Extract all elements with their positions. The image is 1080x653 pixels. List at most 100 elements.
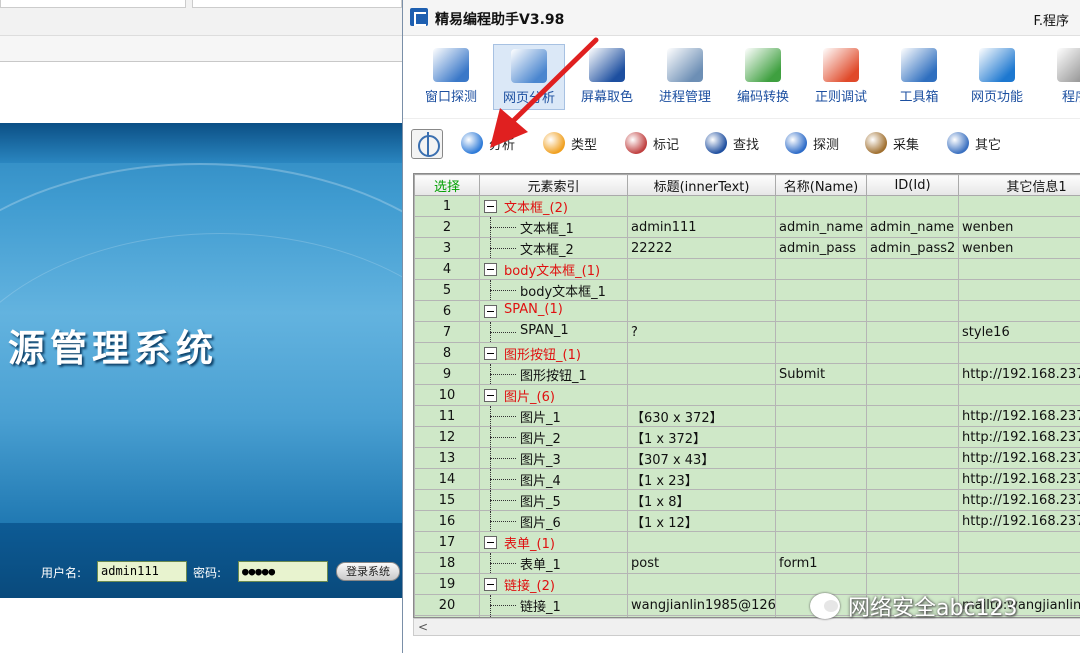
grid-row[interactable]: 15 图片_5 【1 x 8】 http://192.168.237.1	[414, 489, 1080, 511]
grid-column-header[interactable]: 元素索引	[479, 174, 628, 196]
watermark: 网络安全abc123	[810, 590, 1018, 622]
element-index-cell[interactable]: 文本框_1	[479, 216, 628, 238]
element-index-cell[interactable]: 链接_(2)	[479, 573, 628, 595]
id-cell	[866, 195, 959, 217]
tree-line	[490, 521, 516, 522]
grid-row[interactable]: 1 文本框_(2)	[414, 195, 1080, 217]
element-index-cell[interactable]: 图形按钮_(1)	[479, 342, 628, 364]
process-manager-icon	[667, 48, 703, 82]
subbar-button-mark[interactable]: 标记	[625, 129, 679, 157]
grid-row[interactable]: 18 表单_1 post form1	[414, 552, 1080, 574]
toolbar-button-program[interactable]: 程序	[1039, 44, 1080, 110]
grid-row[interactable]: 17 表单_(1)	[414, 531, 1080, 553]
element-grid[interactable]: 选择 元素索引 标题(innerText) 名称(Name) ID(Id) 其它信息1 1…	[413, 173, 1080, 618]
row-number: 14	[414, 468, 480, 490]
element-index-cell[interactable]: 图片_6	[479, 510, 628, 532]
element-index-cell[interactable]: 文本框_2	[479, 237, 628, 259]
toolbar-button-label: 屏幕取色	[580, 90, 633, 105]
site-title: 源管理系统	[8, 327, 218, 370]
element-index-cell[interactable]: 图形按钮_1	[479, 363, 628, 385]
subbar-button-ie[interactable]: 类型	[543, 129, 597, 157]
element-index-cell[interactable]: body文本框_1	[479, 279, 628, 301]
address-field-left[interactable]	[0, 0, 186, 8]
menu-program[interactable]: F.程序	[1033, 10, 1069, 29]
grid-row[interactable]: 9 图形按钮_1 Submit http://192.168.237.1	[414, 363, 1080, 385]
subbar-button-binoculars[interactable]: 查找	[705, 129, 759, 157]
toolbar-button-color-picker[interactable]: 屏幕取色	[571, 44, 643, 110]
subbar-button-analyze[interactable]: 分析	[461, 129, 515, 157]
grid-column-header[interactable]: 名称(Name)	[775, 174, 867, 196]
toolbar-button-regex[interactable]: 正则调试	[805, 44, 877, 110]
toolbar-button-encoding[interactable]: 编码转换	[727, 44, 799, 110]
password-input[interactable]: ●●●●●	[238, 561, 328, 582]
other-info-cell: http://192.168.237.1	[958, 426, 1080, 448]
name-cell: form1	[775, 552, 867, 574]
username-input[interactable]: admin111	[97, 561, 187, 582]
grid-row[interactable]: 7 SPAN_1? style16	[414, 321, 1080, 343]
element-index-cell[interactable]: 图片_3	[479, 447, 628, 469]
collapse-toggle-icon[interactable]	[484, 578, 497, 591]
element-index-cell[interactable]: 图片_1	[479, 405, 628, 427]
collapse-toggle-icon[interactable]	[484, 200, 497, 213]
element-group-label: 表单_(1)	[504, 537, 555, 552]
toolbar-button-toolbox[interactable]: 工具箱	[883, 44, 955, 110]
grid-column-header[interactable]: 其它信息1	[958, 174, 1080, 196]
grid-column-header[interactable]: 选择	[414, 174, 480, 196]
grid-row[interactable]: 16 图片_6 【1 x 12】 http://192.168.237.1	[414, 510, 1080, 532]
grid-row[interactable]: 11 图片_1 【630 x 372】 http://192.168.237.1	[414, 405, 1080, 427]
element-index-cell[interactable]: 链接_1	[479, 594, 628, 616]
subbar-button-gear[interactable]: 其它	[947, 129, 1001, 157]
row-number: 2	[414, 216, 480, 238]
element-label: 链接_1	[520, 600, 561, 615]
element-index-cell[interactable]: 图片_5	[479, 489, 628, 511]
grid-row[interactable]: 5 body文本框_1	[414, 279, 1080, 301]
subbar-button-probe[interactable]: 探测	[785, 129, 839, 157]
toolbar-button-label: 编码转换	[736, 90, 789, 105]
element-index-cell[interactable]: SPAN_1	[479, 321, 628, 343]
grid-row[interactable]: 10 图片_(6)	[414, 384, 1080, 406]
browser-tab-strip	[0, 36, 402, 62]
grid-row[interactable]: 13 图片_3 【307 x 43】 http://192.168.237.1	[414, 447, 1080, 469]
toolbox-icon	[901, 48, 937, 82]
collapse-toggle-icon[interactable]	[484, 389, 497, 402]
grid-row[interactable]: 12 图片_2 【1 x 372】 http://192.168.237.1	[414, 426, 1080, 448]
address-field-right[interactable]	[192, 0, 402, 8]
grid-row[interactable]: 4 body文本框_(1)	[414, 258, 1080, 280]
gear-icon	[947, 132, 969, 154]
element-index-cell[interactable]: body文本框_(1)	[479, 258, 628, 280]
grid-row[interactable]: 2 文本框_1 admin111 admin_name admin_name wenben	[414, 216, 1080, 238]
toolbar-button-globe[interactable]: 网页功能	[961, 44, 1033, 110]
element-index-cell[interactable]: 图片_(6)	[479, 384, 628, 406]
collapse-toggle-icon[interactable]	[484, 305, 497, 318]
collapse-toggle-icon[interactable]	[484, 347, 497, 360]
grid-row[interactable]: 14 图片_4 【1 x 23】 http://192.168.237.1	[414, 468, 1080, 490]
login-submit-button[interactable]: 登录系统	[336, 562, 400, 581]
element-index-cell[interactable]: 图片_4	[479, 468, 628, 490]
grid-column-header[interactable]: 标题(innerText)	[627, 174, 776, 196]
grid-row[interactable]: 3 文本框_2 22222 admin_pass admin_pass2 wenben	[414, 237, 1080, 259]
id-cell	[866, 258, 959, 280]
row-number: 12	[414, 426, 480, 448]
row-number: 1	[414, 195, 480, 217]
element-index-cell[interactable]: 文本框_(2)	[479, 195, 628, 217]
subbar-button-collect[interactable]: 采集	[865, 129, 919, 157]
toolbar-button-process-manager[interactable]: 进程管理	[649, 44, 721, 110]
toolbar-button-web-analyze[interactable]: 网页分析	[493, 44, 565, 110]
scroll-left-icon[interactable]: <	[418, 620, 428, 634]
collapse-toggle-icon[interactable]	[484, 263, 497, 276]
id-cell	[866, 447, 959, 469]
other-info-cell	[958, 300, 1080, 322]
crosshair-target-icon[interactable]	[411, 129, 443, 159]
grid-column-header[interactable]: ID(Id)	[866, 174, 959, 196]
collapse-toggle-icon[interactable]	[484, 536, 497, 549]
element-index-cell[interactable]: 图片_2	[479, 426, 628, 448]
other-info-cell	[958, 384, 1080, 406]
element-index-cell[interactable]: 表单_1	[479, 552, 628, 574]
element-label: 图形按钮_1	[520, 369, 587, 384]
grid-row[interactable]: 6 SPAN_(1)	[414, 300, 1080, 322]
element-group-label: body文本框_(1)	[504, 264, 601, 279]
element-index-cell[interactable]: SPAN_(1)	[479, 300, 628, 322]
toolbar-button-window-probe[interactable]: 窗口探测	[415, 44, 487, 110]
element-index-cell[interactable]: 表单_(1)	[479, 531, 628, 553]
grid-row[interactable]: 8 图形按钮_(1)	[414, 342, 1080, 364]
